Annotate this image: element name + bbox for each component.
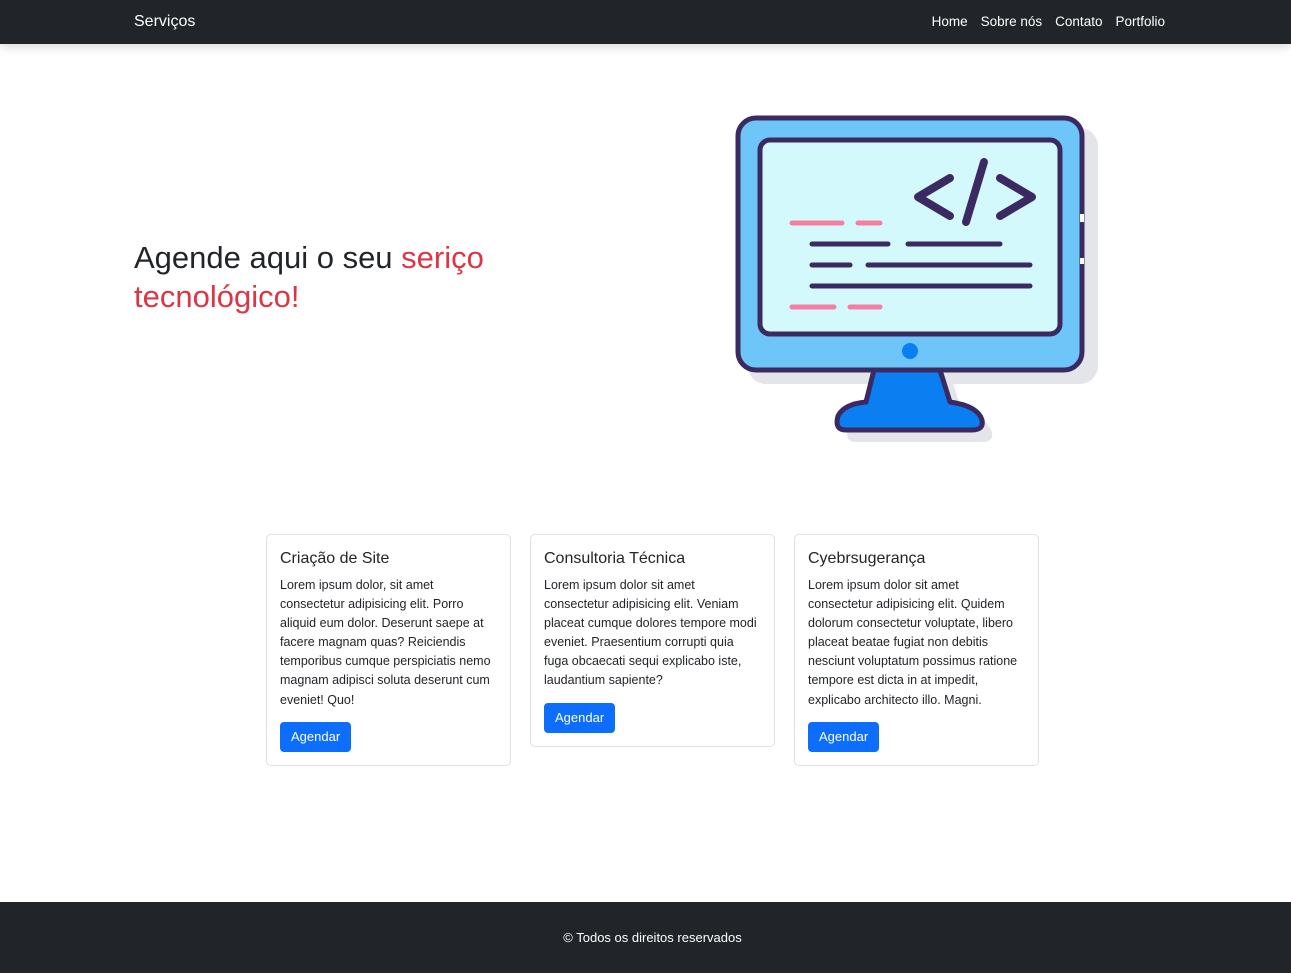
- service-card-site: Criação de Site Lorem ipsum dolor, sit a…: [266, 534, 511, 766]
- schedule-button[interactable]: Agendar: [544, 702, 616, 733]
- footer-copyright: © Todos os direitos reservados: [563, 930, 742, 945]
- schedule-button[interactable]: Agendar: [808, 721, 880, 752]
- nav-links: Home Sobre nós Contato Portfolio: [932, 0, 1165, 44]
- hero-title: Agende aqui o seu seriço tecnológico!: [134, 238, 554, 316]
- top-navbar: Serviços Home Sobre nós Contato Portfoli…: [0, 0, 1291, 44]
- nav-link-about[interactable]: Sobre nós: [981, 14, 1043, 29]
- nav-link-contact[interactable]: Contato: [1055, 14, 1102, 29]
- card-title: Criação de Site: [280, 550, 390, 567]
- service-card-consulting: Consultoria Técnica Lorem ipsum dolor si…: [530, 534, 775, 747]
- nav-item-about: Sobre nós: [981, 13, 1043, 31]
- nav-link-portfolio[interactable]: Portfolio: [1115, 14, 1165, 29]
- page-footer: © Todos os direitos reservados: [0, 902, 1291, 973]
- nav-item-contact: Contato: [1055, 13, 1102, 31]
- service-card-cybersecurity: Cyebrsugerança Lorem ipsum dolor sit ame…: [794, 534, 1039, 766]
- nav-link-home[interactable]: Home: [932, 14, 968, 29]
- nav-item-portfolio: Portfolio: [1115, 13, 1165, 31]
- card-title: Consultoria Técnica: [544, 550, 686, 567]
- card-title: Cyebrsugerança: [808, 550, 926, 567]
- card-text: Lorem ipsum dolor sit amet consectetur a…: [808, 578, 1018, 707]
- hero-title-plain: Agende aqui o seu: [134, 240, 402, 275]
- navbar-brand[interactable]: Serviços: [134, 0, 195, 44]
- services-cards: Criação de Site Lorem ipsum dolor, sit a…: [266, 534, 1039, 766]
- card-text: Lorem ipsum dolor, sit amet consectetur …: [280, 578, 491, 707]
- nav-item-home: Home: [932, 13, 968, 31]
- code-monitor-icon: [734, 114, 1102, 446]
- card-text: Lorem ipsum dolor sit amet consectetur a…: [544, 578, 757, 688]
- schedule-button[interactable]: Agendar: [280, 721, 352, 752]
